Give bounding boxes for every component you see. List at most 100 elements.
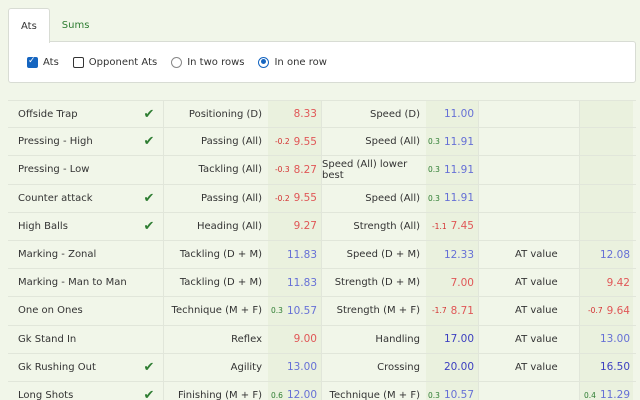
attribute-2-label: Speed (D) bbox=[322, 101, 426, 127]
ats-table: Offside Trap ✔ Positioning (D) 8.33 Speed (D… bbox=[8, 100, 636, 400]
at-value-label bbox=[479, 185, 579, 212]
opponent-ats-option[interactable]: Opponent Ats bbox=[72, 56, 157, 68]
at-value: 11.91 bbox=[443, 163, 474, 176]
attribute-1-value: 0.3 10.57 bbox=[268, 297, 321, 325]
checkmark-icon: ✔ bbox=[135, 185, 163, 212]
at-value-result: 0.4 11.29 bbox=[580, 381, 633, 400]
at-value-result: 9.42 bbox=[580, 269, 633, 297]
two-rows-option[interactable]: In two rows bbox=[171, 56, 245, 68]
checkmark-icon: ✔ bbox=[135, 128, 163, 155]
tab-sums[interactable]: Sums bbox=[50, 8, 102, 42]
attribute-2-text: Handling bbox=[375, 333, 420, 345]
attribute-2-label: Strength (All) bbox=[322, 213, 426, 240]
tactic-label: High Balls bbox=[18, 220, 68, 232]
at-value: 12.33 bbox=[443, 248, 474, 261]
attribute-1-text: Tackling (D + M) bbox=[179, 277, 262, 289]
one-row-radio[interactable] bbox=[258, 56, 270, 68]
attribute-1-value: 11.83 bbox=[268, 269, 321, 297]
at-value: 11.29 bbox=[599, 389, 630, 400]
delta-value: 0.6 bbox=[271, 390, 283, 400]
attribute-1-value: -0.3 8.27 bbox=[268, 156, 321, 184]
attribute-2-text: Speed (All) bbox=[365, 192, 420, 204]
tactic-label: Pressing - Low bbox=[18, 164, 90, 176]
delta-value: -0.7 bbox=[587, 306, 603, 316]
attribute-1-label: Tackling (D + M) bbox=[164, 241, 268, 268]
table-row: Long Shots ✔ Finishing (M + F) 0.6 12.00 Tech… bbox=[8, 381, 636, 400]
attribute-1-value: 9.27 bbox=[268, 212, 321, 240]
tactic-label: Gk Rushing Out bbox=[18, 361, 96, 373]
checkmark-icon: ✔ bbox=[135, 101, 163, 127]
at-value: 8.33 bbox=[293, 108, 317, 121]
at-value-label bbox=[479, 156, 579, 183]
attribute-2-text: Crossing bbox=[377, 361, 420, 373]
delta-value: -0.2 bbox=[274, 137, 290, 147]
checkmark-icon: ✔ bbox=[135, 382, 163, 400]
two-rows-label: In two rows bbox=[187, 56, 245, 68]
attribute-2-value: 7.00 bbox=[426, 269, 478, 297]
at-value-text: AT value bbox=[515, 249, 558, 261]
tactic-name: Offside Trap bbox=[8, 101, 135, 127]
at-value-label bbox=[479, 101, 579, 127]
tab-ats[interactable]: Ats bbox=[8, 8, 50, 43]
attribute-2-label: Strength (D + M) bbox=[322, 269, 426, 296]
at-value: 11.91 bbox=[443, 192, 474, 205]
attribute-2-text: Strength (All) bbox=[353, 220, 420, 232]
attribute-2-value: 11.00 bbox=[426, 101, 478, 128]
attribute-1-label: Passing (All) bbox=[164, 128, 268, 155]
attribute-2-value: 0.3 10.57 bbox=[426, 381, 478, 400]
attribute-1-text: Tackling (All) bbox=[198, 164, 263, 176]
delta-value: -0.2 bbox=[274, 193, 290, 203]
delta-value: 0.3 bbox=[271, 306, 283, 316]
attribute-2-label: Handling bbox=[322, 326, 426, 353]
two-rows-radio[interactable] bbox=[171, 56, 183, 68]
tactic-label: Long Shots bbox=[18, 389, 74, 400]
attribute-2-text: Speed (All) bbox=[365, 136, 420, 148]
checkmark-icon: ✔ bbox=[135, 354, 163, 381]
at-value-result: 13.00 bbox=[580, 325, 633, 353]
one-row-option[interactable]: In one row bbox=[258, 56, 327, 68]
attribute-2-label: Technique (M + F) bbox=[322, 382, 426, 400]
at-value-label bbox=[479, 128, 579, 155]
at-value: 7.45 bbox=[450, 220, 474, 233]
attribute-2-label: Strength (M + F) bbox=[322, 297, 426, 324]
tactic-name: Gk Stand In bbox=[8, 326, 135, 353]
tactic-name: Counter attack bbox=[8, 185, 135, 212]
at-value: 8.71 bbox=[450, 304, 474, 317]
attribute-1-text: Passing (All) bbox=[201, 192, 262, 204]
at-value-result: -0.7 9.64 bbox=[580, 297, 633, 325]
at-value: 9.42 bbox=[606, 276, 630, 289]
checkmark-icon: ✔ bbox=[135, 213, 163, 240]
ats-checkbox[interactable] bbox=[27, 56, 38, 68]
tactic-label: Pressing - High bbox=[18, 136, 93, 148]
tactic-label: Marking - Man to Man bbox=[18, 277, 127, 289]
at-value: 8.27 bbox=[293, 163, 317, 176]
at-value: 12.00 bbox=[286, 389, 317, 400]
table-row: Marking - Man to Man Tackling (D + M) 11.8… bbox=[8, 269, 636, 298]
ats-option[interactable]: Ats bbox=[27, 56, 59, 68]
at-value-result bbox=[580, 156, 633, 184]
attribute-2-value: 0.3 11.91 bbox=[426, 128, 478, 156]
tactic-label: One on Ones bbox=[18, 305, 83, 317]
table-row: Gk Rushing Out ✔ Agility 13.00 Crossing 20.00… bbox=[8, 353, 636, 382]
table-row: Offside Trap ✔ Positioning (D) 8.33 Speed (D… bbox=[8, 100, 636, 129]
checkmark-glyph: ✔ bbox=[143, 134, 155, 150]
attribute-1-text: Agility bbox=[230, 361, 262, 373]
attribute-1-text: Reflex bbox=[231, 333, 262, 345]
attribute-2-value: 17.00 bbox=[426, 325, 478, 353]
at-value-result bbox=[580, 128, 633, 156]
attribute-2-value: -1.1 7.45 bbox=[426, 212, 478, 240]
attribute-1-text: Finishing (M + F) bbox=[177, 389, 262, 400]
at-value-label: AT value bbox=[479, 269, 579, 296]
attribute-2-label: Crossing bbox=[322, 354, 426, 381]
table-row: Gk Stand In Reflex 9.00 Handling 17.00 AT val… bbox=[8, 325, 636, 354]
attribute-2-text: Strength (D + M) bbox=[334, 277, 420, 289]
attribute-2-value: 20.00 bbox=[426, 353, 478, 381]
at-value-label: AT value bbox=[479, 241, 579, 268]
at-value: 17.00 bbox=[443, 333, 474, 346]
table-row: One on Ones Technique (M + F) 0.3 10.57 Stre… bbox=[8, 297, 636, 326]
opponent-ats-checkbox[interactable] bbox=[72, 56, 84, 68]
attribute-2-label: Speed (All) bbox=[322, 128, 426, 155]
at-value: 10.57 bbox=[286, 304, 317, 317]
at-value-result: 12.08 bbox=[580, 240, 633, 269]
table-row: Pressing - Low Tackling (All) -0.3 8.27 Spee… bbox=[8, 156, 636, 185]
